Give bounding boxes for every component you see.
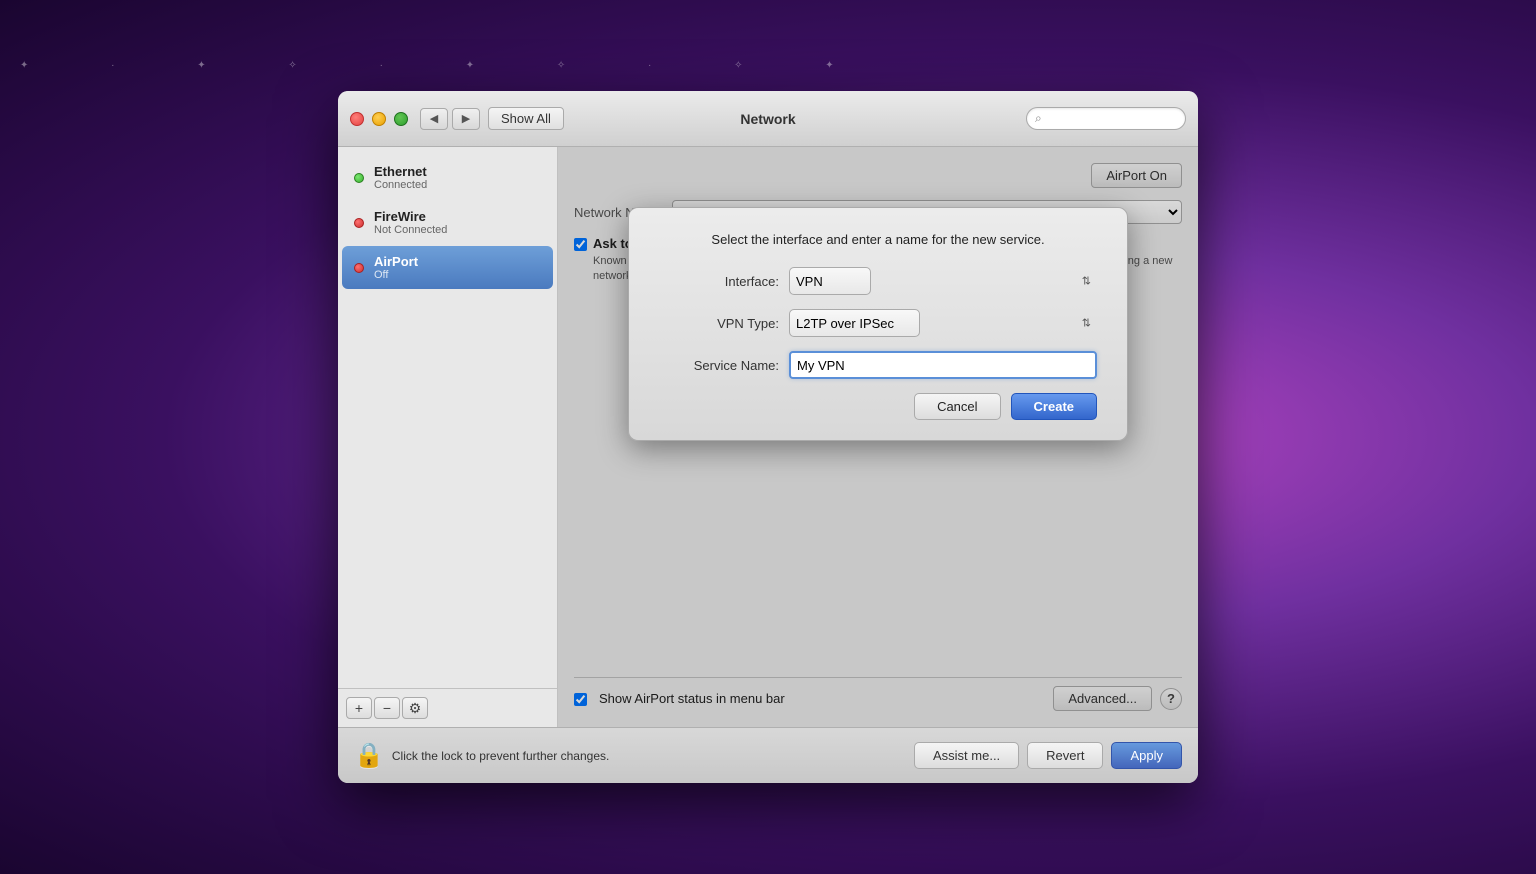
nav-buttons: ◀ ▶ — [420, 108, 480, 130]
add-service-button[interactable]: + — [346, 697, 372, 719]
dialog-title: Select the interface and enter a name fo… — [659, 232, 1097, 247]
interface-select[interactable]: VPN Ethernet FireWire AirPort — [789, 267, 871, 295]
gear-button[interactable]: ⚙ — [402, 697, 428, 719]
sidebar-item-name-firewire: FireWire — [374, 209, 447, 224]
new-service-dialog: Select the interface and enter a name fo… — [628, 207, 1128, 441]
search-input[interactable] — [1046, 112, 1177, 126]
show-all-button[interactable]: Show All — [488, 107, 564, 130]
main-content: Ethernet Connected FireWire Not Connecte… — [338, 147, 1198, 727]
sidebar-item-status-airport: Off — [374, 269, 418, 281]
status-dot-firewire — [354, 218, 364, 228]
vpn-type-row: VPN Type: L2TP over IPSec PPTP Cisco IPS… — [659, 309, 1097, 337]
interface-label: Interface: — [659, 274, 779, 289]
traffic-lights — [350, 112, 408, 126]
lock-icon[interactable]: 🔒 — [354, 741, 384, 770]
sidebar-item-firewire[interactable]: FireWire Not Connected — [342, 201, 553, 244]
titlebar: ◀ ▶ Show All Network ⌕ — [338, 91, 1198, 147]
forward-button[interactable]: ▶ — [452, 108, 480, 130]
lock-text: Click the lock to prevent further change… — [392, 749, 914, 763]
footer: 🔒 Click the lock to prevent further chan… — [338, 727, 1198, 783]
sidebar-item-name-ethernet: Ethernet — [374, 164, 427, 179]
apply-button[interactable]: Apply — [1111, 742, 1182, 769]
search-icon: ⌕ — [1035, 111, 1042, 126]
maximize-button[interactable] — [394, 112, 408, 126]
network-window: ◀ ▶ Show All Network ⌕ Ethernet Connecte… — [338, 91, 1198, 783]
status-dot-ethernet — [354, 173, 364, 183]
service-name-label: Service Name: — [659, 358, 779, 373]
back-button[interactable]: ◀ — [420, 108, 448, 130]
assist-me-button[interactable]: Assist me... — [914, 742, 1019, 769]
sidebar-item-airport[interactable]: AirPort Off — [342, 246, 553, 289]
status-dot-airport — [354, 263, 364, 273]
sidebar: Ethernet Connected FireWire Not Connecte… — [338, 147, 558, 727]
dialog-overlay: Select the interface and enter a name fo… — [558, 147, 1198, 727]
interface-row: Interface: VPN Ethernet FireWire AirPort — [659, 267, 1097, 295]
create-button[interactable]: Create — [1011, 393, 1097, 420]
sidebar-controls: + − ⚙ — [338, 688, 557, 727]
right-panel: AirPort On Network Name: Ask to join new… — [558, 147, 1198, 727]
minimize-button[interactable] — [372, 112, 386, 126]
cancel-button[interactable]: Cancel — [914, 393, 1000, 420]
footer-buttons: Assist me... Revert Apply — [914, 742, 1182, 769]
sidebar-item-ethernet[interactable]: Ethernet Connected — [342, 156, 553, 199]
sidebar-item-status-ethernet: Connected — [374, 179, 427, 191]
service-name-input[interactable] — [789, 351, 1097, 379]
search-box: ⌕ — [1026, 107, 1186, 130]
close-button[interactable] — [350, 112, 364, 126]
sidebar-item-status-firewire: Not Connected — [374, 224, 447, 236]
vpn-type-select-wrapper: L2TP over IPSec PPTP Cisco IPSec — [789, 309, 1097, 337]
revert-button[interactable]: Revert — [1027, 742, 1103, 769]
dialog-buttons: Cancel Create — [659, 393, 1097, 420]
interface-select-wrapper: VPN Ethernet FireWire AirPort — [789, 267, 1097, 295]
sidebar-item-name-airport: AirPort — [374, 254, 418, 269]
vpn-type-select[interactable]: L2TP over IPSec PPTP Cisco IPSec — [789, 309, 920, 337]
vpn-type-label: VPN Type: — [659, 316, 779, 331]
service-name-row: Service Name: — [659, 351, 1097, 379]
remove-service-button[interactable]: − — [374, 697, 400, 719]
window-title: Network — [740, 111, 795, 127]
